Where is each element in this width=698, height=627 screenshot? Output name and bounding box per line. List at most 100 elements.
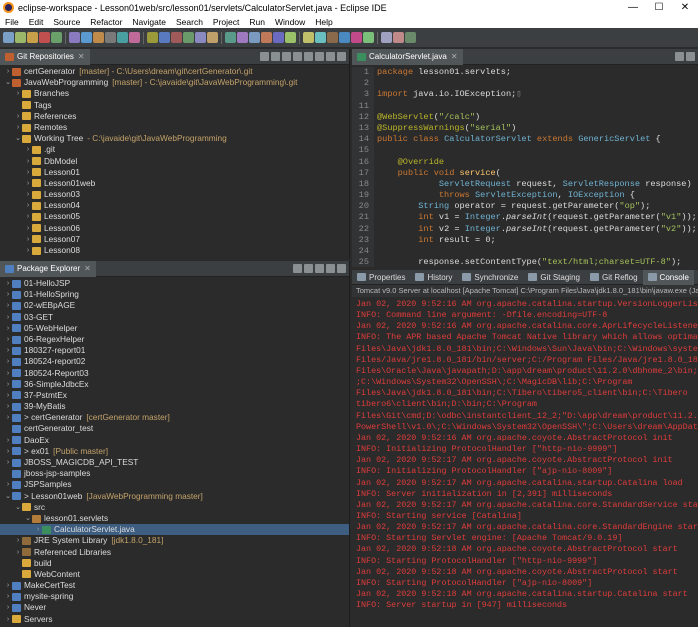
expand-arrow-icon[interactable]: › [4,323,12,334]
tree-item-lesson05[interactable]: › Lesson05 [0,211,349,222]
menu-refactor[interactable]: Refactor [85,17,127,27]
view-menu-icon[interactable] [315,264,324,273]
tab-git-repositories[interactable]: Git Repositories ✕ [0,49,90,65]
toolbar-button-icon[interactable] [381,32,392,43]
expand-arrow-icon[interactable]: › [24,245,32,256]
code-line[interactable]: 17 public void service( [352,167,698,179]
toolbar-button-icon[interactable] [363,32,374,43]
expand-arrow-icon[interactable]: › [24,189,32,200]
expand-arrow-icon[interactable]: › [24,144,32,155]
add-repo-icon[interactable] [271,52,280,61]
menu-help[interactable]: Help [310,17,337,27]
create-repo-icon[interactable] [293,52,302,61]
menu-project[interactable]: Project [208,17,244,27]
expand-arrow-icon[interactable]: › [4,446,12,457]
expand-arrow-icon[interactable]: › [4,435,12,446]
tree-item-working-tree[interactable]: ⌄ Working Tree - C:\javaide\git\JavaWebPro… [0,133,349,144]
expand-arrow-icon[interactable]: › [4,334,12,345]
expand-arrow-icon[interactable]: › [14,111,22,122]
expand-arrow-icon[interactable]: › [4,457,12,468]
toolbar-button-icon[interactable] [3,32,14,43]
expand-arrow-icon[interactable]: › [24,178,32,189]
toolbar-button-icon[interactable] [171,32,182,43]
toolbar-button-icon[interactable] [39,32,50,43]
toolbar-button-icon[interactable] [105,32,116,43]
tree-item-jboss-jsp-samples[interactable]: jboss-jsp-samples [0,468,349,479]
tree-item-never[interactable]: › Never [0,602,349,613]
maximize-view-icon[interactable] [686,52,695,61]
code-line[interactable]: 3 import java.io.IOException;▯ [352,89,698,101]
tab-properties[interactable]: Properties [352,270,410,285]
toolbar-button-icon[interactable] [237,32,248,43]
expand-arrow-icon[interactable]: › [4,591,12,602]
toolbar-button-icon[interactable] [207,32,218,43]
close-icon[interactable]: ✕ [451,52,458,61]
close-button[interactable]: ✕ [672,2,698,13]
minimize-view-icon[interactable] [326,52,335,61]
code-line[interactable]: 14 public class CalculatorServlet extends… [352,134,698,146]
tree-item-180524-report02[interactable]: › 180524-report02 [0,356,349,367]
menu-search[interactable]: Search [171,17,208,27]
tree-item-jspsamples[interactable]: › JSPSamples [0,479,349,490]
maximize-view-icon[interactable] [337,264,346,273]
code-area[interactable]: 1 package lesson01.servlets; 2 3 import java… [352,65,698,267]
link-icon[interactable] [304,52,313,61]
expand-arrow-icon[interactable]: ⌄ [14,133,22,144]
menu-source[interactable]: Source [48,17,85,27]
tree-item-jboss-magicdb-api-test[interactable]: › JBOSS_MAGICDB_API_TEST [0,457,349,468]
close-icon[interactable]: ✕ [78,52,85,61]
tree-item-lesson01web[interactable]: ⌄ > Lesson01web [JavaWebProgramming master… [0,491,349,502]
tree-item-dbmodel[interactable]: › DbModel [0,156,349,167]
tab-console[interactable]: Console [642,270,694,285]
tree-item-180524-report03[interactable]: › 180524-Report03 [0,368,349,379]
toolbar-button-icon[interactable] [273,32,284,43]
expand-arrow-icon[interactable]: ⌄ [14,502,22,513]
tree-item-lesson04[interactable]: › Lesson04 [0,200,349,211]
expand-arrow-icon[interactable]: › [4,412,12,423]
tree-item-03-get[interactable]: › 03-GET [0,312,349,323]
tree-item-git[interactable]: › .git [0,144,349,155]
tree-item-lesson06[interactable]: › Lesson06 [0,223,349,234]
toolbar-button-icon[interactable] [327,32,338,43]
tree-item-01-hellojsp[interactable]: › 01-HelloJSP [0,278,349,289]
code-line[interactable]: 25 response.setContentType("text/html;ch… [352,257,698,267]
toolbar-button-icon[interactable] [51,32,62,43]
toolbar-button-icon[interactable] [117,32,128,43]
expand-arrow-icon[interactable]: › [24,200,32,211]
tree-item-build[interactable]: build [0,558,349,569]
tree-item-mysite-spring[interactable]: › mysite-spring [0,591,349,602]
expand-arrow-icon[interactable]: › [4,356,12,367]
expand-arrow-icon[interactable]: ⌄ [4,77,12,88]
collapse-icon[interactable] [260,52,269,61]
maximize-view-icon[interactable] [337,52,346,61]
tab-progr[interactable]: Progr [694,270,698,285]
tab-package-explorer[interactable]: Package Explorer ✕ [0,261,96,277]
toolbar-button-icon[interactable] [405,32,416,43]
expand-arrow-icon[interactable]: ⌄ [24,513,32,524]
toolbar-button-icon[interactable] [351,32,362,43]
expand-arrow-icon[interactable]: › [4,614,12,625]
expand-arrow-icon[interactable]: › [24,234,32,245]
link-editor-icon[interactable] [304,264,313,273]
expand-arrow-icon[interactable]: › [14,535,22,546]
tree-item-lesson01-servlets[interactable]: ⌄ lesson01.servlets [0,513,349,524]
expand-arrow-icon[interactable]: › [4,345,12,356]
menu-navigate[interactable]: Navigate [127,17,171,27]
tree-item-src[interactable]: ⌄ src [0,502,349,513]
expand-arrow-icon[interactable]: › [4,580,12,591]
code-line[interactable]: 12 @WebServlet("/calc") [352,111,698,123]
expand-arrow-icon[interactable]: › [4,602,12,613]
expand-arrow-icon[interactable]: › [24,211,32,222]
toolbar-button-icon[interactable] [15,32,26,43]
minimize-view-icon[interactable] [326,264,335,273]
toolbar-button-icon[interactable] [249,32,260,43]
console-output[interactable]: Jan 02, 2020 9:52:16 AM org.apache.catal… [352,297,698,611]
tree-item-referenced-libraries[interactable]: › Referenced Libraries [0,547,349,558]
collapse-all-icon[interactable] [293,264,302,273]
code-line[interactable]: 2 [352,78,698,90]
toolbar-button-icon[interactable] [93,32,104,43]
toolbar-button-icon[interactable] [393,32,404,43]
expand-arrow-icon[interactable]: › [4,289,12,300]
tree-item-certgenerator[interactable]: › certGenerator [master] - C:\Users\dream\… [0,66,349,77]
tree-item-ex01[interactable]: › > ex01 [Public master] [0,446,349,457]
